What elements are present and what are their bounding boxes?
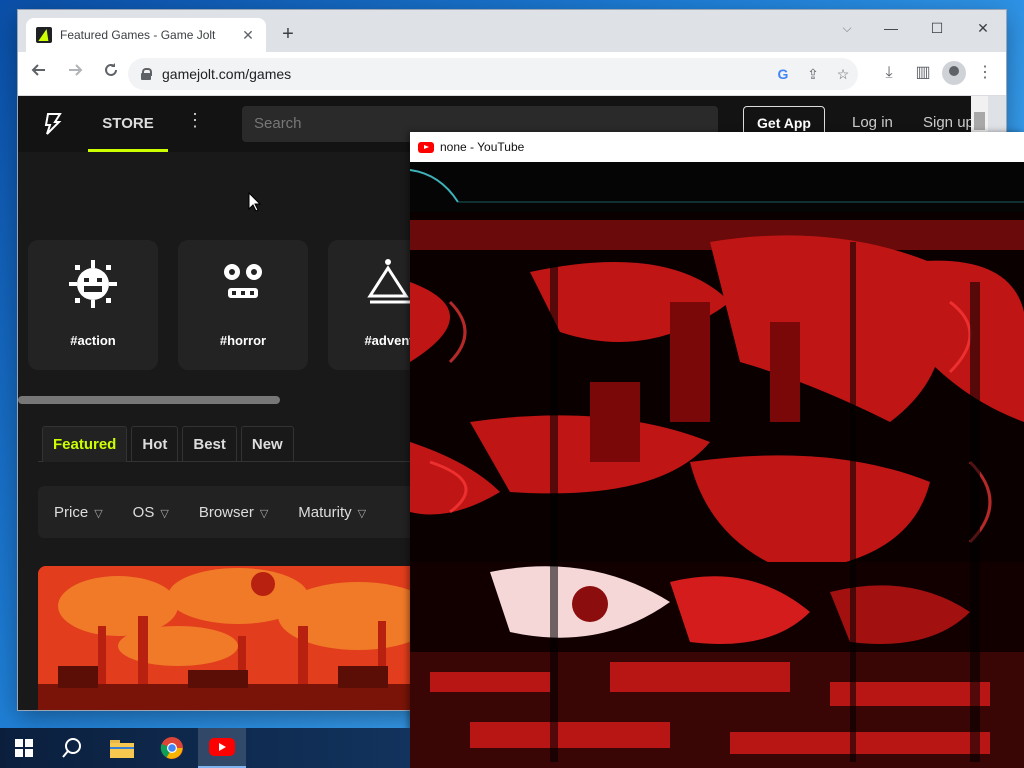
youtube-icon (418, 141, 434, 153)
filter-label: Price (54, 503, 89, 521)
tab-close-icon[interactable]: ✕ (240, 27, 256, 44)
side-panel-icon[interactable]: ▥ (908, 58, 938, 88)
share-icon[interactable]: ⇪ (798, 66, 828, 83)
browser-toolbar: gamejolt.com/games G ⇪ ☆ ⤓ ▥ ⋮ (18, 52, 1006, 96)
tag-label: #action (70, 333, 116, 348)
reload-button[interactable] (96, 59, 126, 89)
filter-label: Maturity (298, 503, 352, 521)
filter-bar: Price ▽ OS ▽ Browser ▽ Maturity ▽ (38, 486, 438, 538)
youtube-window-title: none - YouTube (440, 140, 525, 154)
minimize-button[interactable]: — (868, 14, 914, 42)
tab-new[interactable]: New (240, 426, 294, 462)
mouse-cursor-icon (248, 192, 262, 212)
close-window-button[interactable]: ✕ (960, 14, 1006, 42)
signup-link[interactable]: Sign up (923, 114, 974, 131)
tab-title: Featured Games - Game Jolt (60, 28, 216, 42)
gamejolt-logo-icon[interactable] (42, 112, 62, 136)
filter-os[interactable]: OS ▽ (133, 504, 169, 521)
filter-label: Browser (198, 503, 254, 521)
chrome-icon (160, 737, 183, 759)
start-button[interactable] (0, 728, 48, 768)
forward-arrow-icon (69, 63, 83, 76)
back-arrow-icon (31, 63, 45, 76)
url-text: gamejolt.com/games (162, 66, 292, 82)
tag-card-horror[interactable]: #horror (178, 240, 308, 370)
tab-best[interactable]: Best (182, 426, 237, 462)
search-button[interactable] (48, 728, 96, 768)
google-translate-icon[interactable]: G (768, 66, 798, 82)
login-link[interactable]: Log in (852, 114, 893, 131)
profile-avatar-icon[interactable] (942, 61, 966, 85)
youtube-popup-window[interactable]: none - YouTube (410, 132, 1024, 768)
tag-label: #horror (219, 333, 267, 348)
video-player[interactable] (410, 162, 1024, 768)
reload-icon (105, 62, 117, 76)
horror-tag-icon (224, 264, 262, 298)
youtube-window-titlebar[interactable]: none - YouTube (410, 132, 1024, 162)
youtube-taskbar-button[interactable] (198, 728, 246, 768)
toolbar-right: ⤓ ▥ ⋮ (870, 58, 1000, 88)
action-tag-icon (69, 260, 117, 308)
downloads-icon[interactable]: ⤓ (874, 58, 904, 88)
file-explorer-button[interactable] (98, 728, 146, 768)
filter-maturity[interactable]: Maturity ▽ (298, 504, 366, 521)
tags-horizontal-scrollbar[interactable] (18, 396, 280, 404)
chevron-down-icon: ▽ (94, 507, 103, 520)
tab-hot[interactable]: Hot (131, 426, 179, 462)
tab-featured[interactable]: Featured (42, 426, 128, 462)
start-icon (15, 739, 33, 757)
gamejolt-favicon-icon (36, 27, 52, 43)
search-icon (62, 738, 81, 758)
more-menu-icon[interactable]: ⋮ (186, 110, 204, 131)
chevron-down-icon: ▽ (160, 507, 169, 520)
chevron-down-icon: ▽ (259, 507, 269, 520)
new-tab-button[interactable]: + (276, 22, 300, 46)
maximize-button[interactable]: ☐ (914, 14, 960, 42)
featured-game-card[interactable] (38, 566, 438, 710)
chevron-down-icon: ▽ (357, 507, 367, 520)
back-button[interactable] (24, 59, 54, 89)
tab-search-button[interactable]: ⌵ (824, 14, 870, 42)
file-explorer-icon (110, 740, 134, 758)
lock-icon (140, 68, 152, 80)
chrome-taskbar-button[interactable] (148, 728, 196, 768)
filter-browser[interactable]: Browser ▽ (199, 504, 268, 521)
menu-kebab-icon[interactable]: ⋮ (970, 58, 1000, 88)
store-nav-tab[interactable]: STORE (88, 96, 168, 152)
game-thumbnail-image (38, 566, 438, 710)
scrollbar-thumb[interactable] (974, 112, 985, 130)
filter-price[interactable]: Price ▽ (54, 504, 103, 521)
browser-tab[interactable]: Featured Games - Game Jolt ✕ (26, 18, 266, 52)
forward-button[interactable] (60, 59, 90, 89)
youtube-icon (209, 738, 235, 756)
windows-taskbar (0, 728, 410, 768)
address-bar[interactable]: gamejolt.com/games G ⇪ ☆ (128, 58, 858, 90)
tag-card-action[interactable]: #action (28, 240, 158, 370)
tab-strip: Featured Games - Game Jolt ✕ + ⌵ — ☐ ✕ (18, 10, 1006, 52)
feed-tabs: Featured Hot Best New (38, 426, 438, 462)
filter-label: OS (132, 503, 155, 521)
bookmark-star-icon[interactable]: ☆ (828, 66, 858, 83)
